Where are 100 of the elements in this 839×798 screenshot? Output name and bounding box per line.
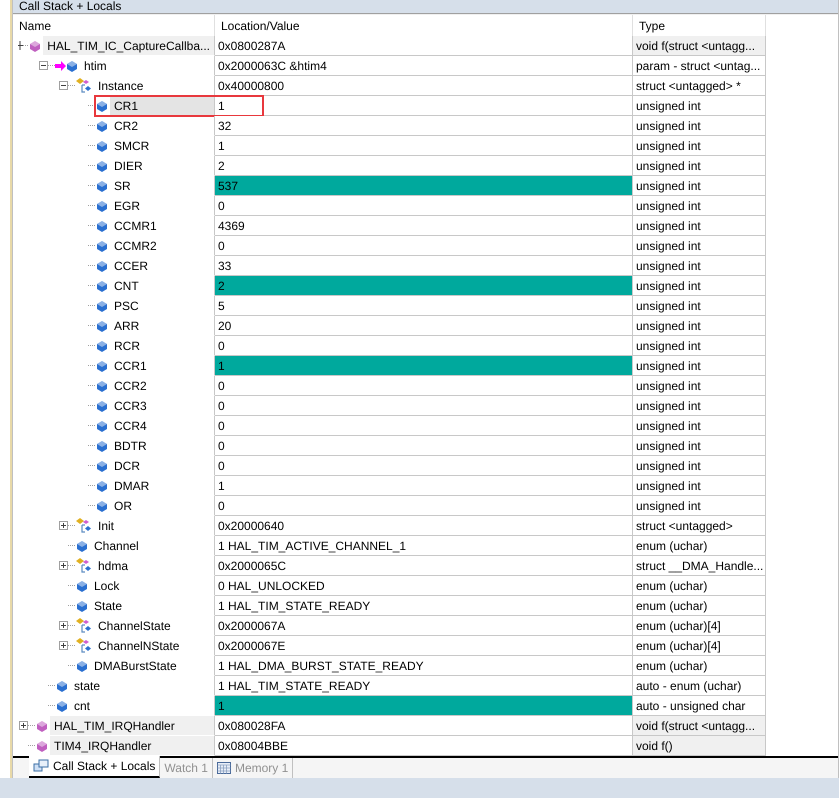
- variable-name[interactable]: CR1: [110, 96, 214, 115]
- variable-name[interactable]: ARR: [110, 316, 214, 335]
- type-cell: unsigned int: [633, 136, 766, 156]
- value-cell: 0x2000065C: [215, 556, 633, 576]
- variable-name[interactable]: SR: [110, 176, 214, 195]
- diamond-icon: [95, 378, 109, 392]
- variable-name[interactable]: state: [70, 676, 214, 695]
- variable-name[interactable]: Instance: [94, 76, 214, 95]
- diamond-icon: [95, 458, 109, 472]
- variable-name[interactable]: htim: [80, 56, 214, 75]
- value-cell: 0: [215, 336, 633, 356]
- value-cell: 1 HAL_TIM_ACTIVE_CHANNEL_1: [215, 536, 633, 556]
- type-cell: unsigned int: [633, 256, 766, 276]
- expand-icon[interactable]: [19, 721, 28, 730]
- diamond-icon: [95, 438, 109, 452]
- value-cell: 0: [215, 436, 633, 456]
- value-cell: 0x2000063C &htim4: [215, 56, 633, 76]
- variable-name[interactable]: CCMR2: [110, 236, 214, 255]
- diamond-icon: [55, 678, 69, 692]
- value-cell: 0x080028FA: [215, 716, 633, 736]
- value-cell: 5: [215, 296, 633, 316]
- variable-name[interactable]: hdma: [94, 556, 214, 575]
- variable-name[interactable]: ChannelNState: [94, 636, 214, 655]
- variable-name[interactable]: HAL_TIM_IRQHandler: [50, 716, 214, 735]
- variable-name[interactable]: TIM4_IRQHandler: [50, 736, 214, 755]
- variable-name[interactable]: CCER: [110, 256, 214, 275]
- value-cell: 4369: [215, 216, 633, 236]
- diamond-icon: [95, 258, 109, 272]
- tab[interactable]: Call Stack + Locals: [29, 756, 160, 778]
- variable-name[interactable]: RCR: [110, 336, 214, 355]
- variable-name[interactable]: DMABurstState: [90, 656, 214, 675]
- diamond-icon: [35, 738, 49, 752]
- diamond-icon: [95, 118, 109, 132]
- diamond-icon: [75, 598, 89, 612]
- variable-name[interactable]: PSC: [110, 296, 214, 315]
- variable-name[interactable]: CCR3: [110, 396, 214, 415]
- diamond-icon: [95, 398, 109, 412]
- value-cell: 0: [215, 416, 633, 436]
- variable-name[interactable]: CCR4: [110, 416, 214, 435]
- type-cell: struct <untagged>: [633, 516, 766, 536]
- expand-icon[interactable]: [59, 621, 68, 630]
- variable-name[interactable]: BDTR: [110, 436, 214, 455]
- variable-name[interactable]: State: [90, 596, 214, 615]
- variable-name[interactable]: Channel: [90, 536, 214, 555]
- value-cell: 0: [215, 236, 633, 256]
- value-cell: 0x0800287A: [215, 36, 633, 56]
- type-cell: unsigned int: [633, 496, 766, 516]
- variable-name[interactable]: DMAR: [110, 476, 214, 495]
- value-cell: 0: [215, 396, 633, 416]
- type-cell: enum (uchar): [633, 536, 766, 556]
- variable-name[interactable]: HAL_TIM_IC_CaptureCallba...: [43, 36, 214, 55]
- variable-name[interactable]: CNT: [110, 276, 214, 295]
- type-cell: unsigned int: [633, 336, 766, 356]
- panel-title: Call Stack + Locals: [19, 0, 122, 13]
- variable-name[interactable]: DIER: [110, 156, 214, 175]
- type-cell: unsigned int: [633, 476, 766, 496]
- diamond-icon: [95, 198, 109, 212]
- variable-name[interactable]: ChannelState: [94, 616, 214, 635]
- type-cell: auto - enum (uchar): [633, 676, 766, 696]
- variable-name[interactable]: CCR2: [110, 376, 214, 395]
- variable-name[interactable]: EGR: [110, 196, 214, 215]
- struct-icon: [75, 638, 93, 654]
- struct-icon: [75, 78, 93, 94]
- variable-name[interactable]: SMCR: [110, 136, 214, 155]
- expand-icon[interactable]: [59, 561, 68, 570]
- value-cell: 537: [215, 176, 633, 196]
- value-cell: 1: [215, 696, 633, 716]
- diamond-icon: [95, 238, 109, 252]
- windows-icon: [33, 759, 49, 773]
- diamond-icon: [35, 718, 49, 732]
- value-cell: 20: [215, 316, 633, 336]
- value-cell: 0x40000800: [215, 76, 633, 96]
- variable-name[interactable]: Init: [94, 516, 214, 535]
- diamond-icon: [55, 698, 69, 712]
- variable-name[interactable]: OR: [110, 496, 214, 515]
- type-cell: unsigned int: [633, 296, 766, 316]
- variable-name[interactable]: DCR: [110, 456, 214, 475]
- diamond-icon: [95, 418, 109, 432]
- value-cell: 32: [215, 116, 633, 136]
- type-cell: unsigned int: [633, 216, 766, 236]
- struct-icon: [75, 618, 93, 634]
- type-cell: unsigned int: [633, 196, 766, 216]
- type-cell: unsigned int: [633, 456, 766, 476]
- type-cell: auto - unsigned char: [633, 696, 766, 716]
- value-cell: 1: [215, 136, 633, 156]
- type-cell: struct __DMA_Handle...: [633, 556, 766, 576]
- variable-name[interactable]: CCR1: [110, 356, 214, 375]
- diamond-icon: [75, 538, 89, 552]
- diamond-icon: [95, 358, 109, 372]
- arrow-diamond-icon: [55, 58, 79, 72]
- expand-icon[interactable]: [59, 641, 68, 650]
- variable-name[interactable]: CCMR1: [110, 216, 214, 235]
- type-cell: unsigned int: [633, 416, 766, 436]
- variable-name[interactable]: cnt: [70, 696, 214, 715]
- type-cell: unsigned int: [633, 356, 766, 376]
- value-cell: 0: [215, 376, 633, 396]
- type-cell: unsigned int: [633, 436, 766, 456]
- expand-icon[interactable]: [59, 521, 68, 530]
- variable-name[interactable]: Lock: [90, 576, 214, 595]
- variable-name[interactable]: CR2: [110, 116, 214, 135]
